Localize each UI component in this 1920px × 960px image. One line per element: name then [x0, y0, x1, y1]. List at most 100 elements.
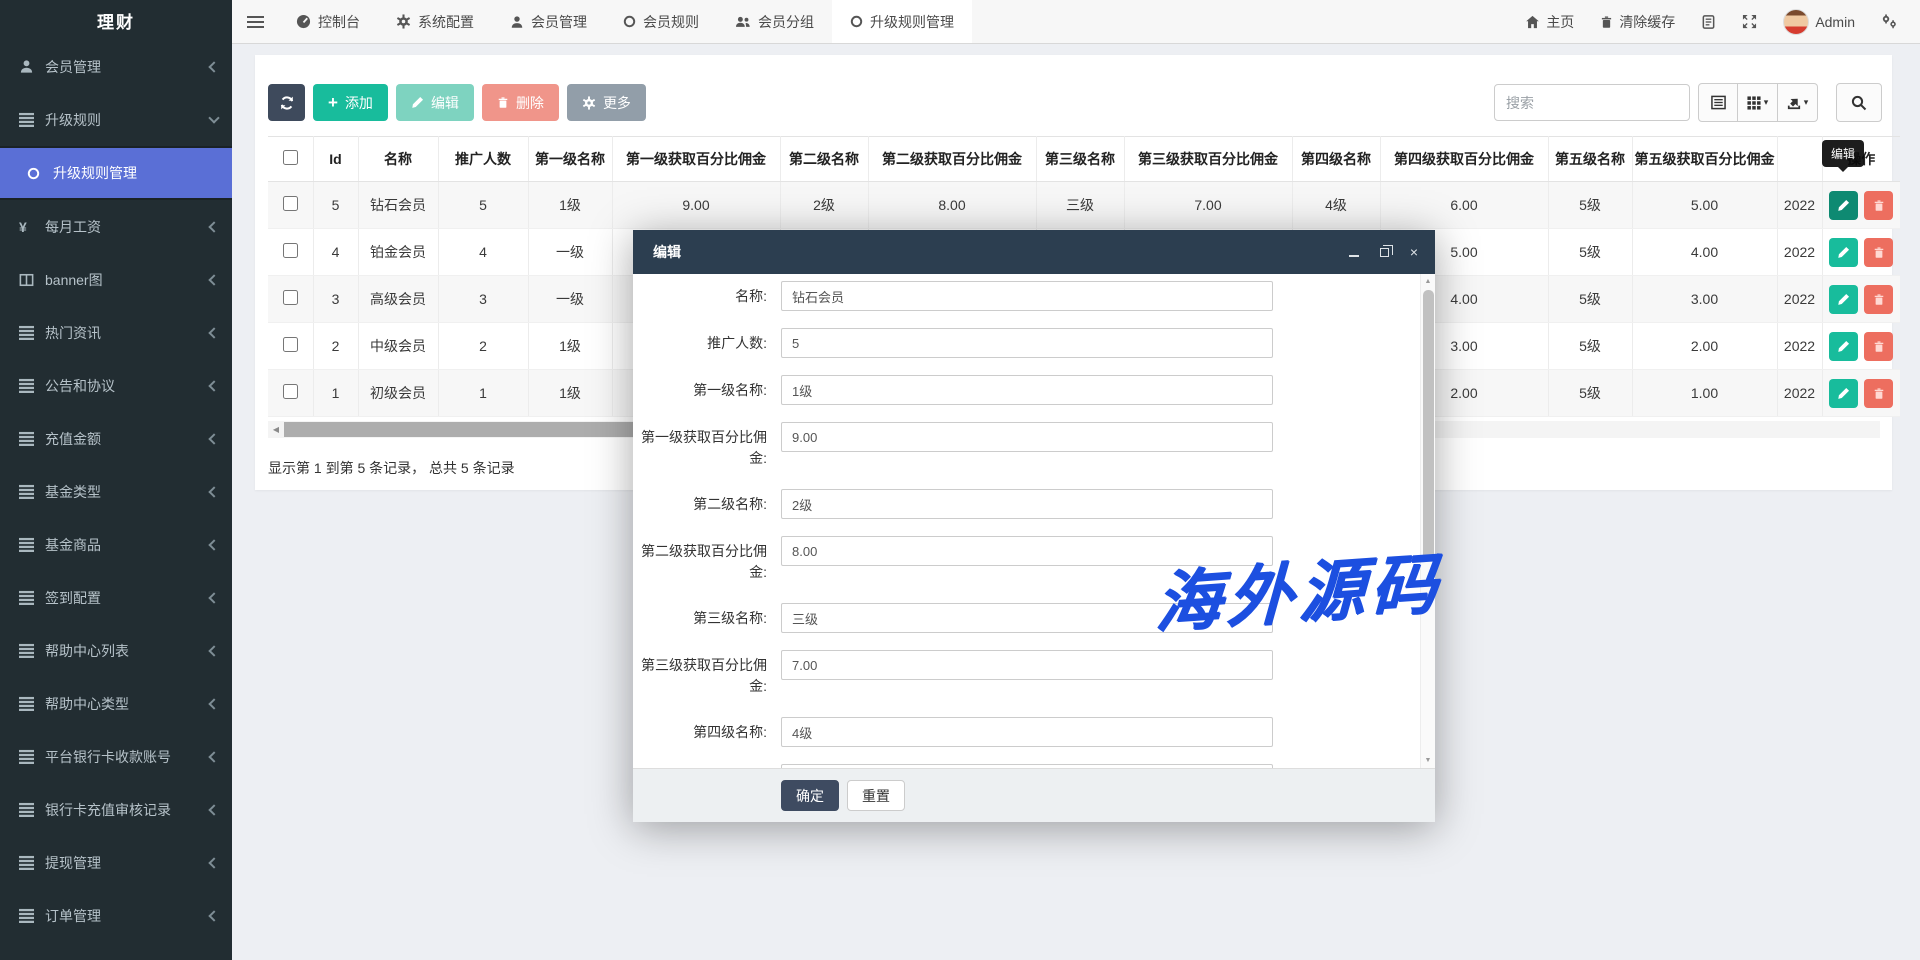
export-button[interactable]: ▾	[1778, 83, 1818, 122]
sidebar-item-fund-type[interactable]: 基金类型	[0, 465, 232, 518]
pencil-icon	[411, 96, 424, 109]
close-icon[interactable]: ×	[1407, 245, 1421, 259]
next-field-partial[interactable]	[781, 764, 1273, 768]
sidebar-item-monthly-salary[interactable]: ¥ 每月工资	[0, 200, 232, 253]
sidebar-item-order-management[interactable]: 订单管理	[0, 889, 232, 942]
sidebar-item-banner[interactable]: banner图	[0, 253, 232, 306]
scroll-left-icon[interactable]: ◀	[268, 425, 284, 434]
sidebar-item-recharge-amount[interactable]: 充值金额	[0, 412, 232, 465]
home-button[interactable]: 主页	[1525, 12, 1574, 32]
chevron-left-icon	[208, 433, 219, 444]
l1-name-field[interactable]	[781, 375, 1273, 405]
minimize-icon[interactable]	[1347, 245, 1361, 259]
settings-button[interactable]	[1881, 14, 1898, 29]
user-menu[interactable]: Admin	[1783, 9, 1855, 35]
row-edit-button[interactable]	[1829, 238, 1858, 267]
tab-member-management[interactable]: 会员管理	[492, 0, 605, 43]
caret-down-icon: ▾	[1764, 97, 1769, 108]
sidebar-item-hot-news[interactable]: 热门资讯	[0, 306, 232, 359]
col-l4-name: 第四级名称	[1292, 137, 1380, 182]
refresh-button[interactable]	[268, 84, 305, 121]
list-icon	[19, 378, 45, 393]
edit-button[interactable]: 编辑	[396, 84, 474, 121]
row-checkbox[interactable]	[283, 290, 298, 305]
tab-upgrade-rules-management[interactable]: 升级规则管理	[832, 0, 972, 43]
sidebar-item-platform-bank-account[interactable]: 平台银行卡收款账号	[0, 730, 232, 783]
export-icon	[1787, 96, 1801, 110]
tab-member-rules[interactable]: 会员规则	[605, 0, 717, 43]
sidebar-item-announcements[interactable]: 公告和协议	[0, 359, 232, 412]
sidebar-item-withdrawal-management[interactable]: 提现管理	[0, 836, 232, 889]
row-delete-button[interactable]	[1864, 191, 1893, 220]
clear-cache-button[interactable]: 清除缓存	[1600, 12, 1675, 32]
tab-member-groups[interactable]: 会员分组	[717, 0, 832, 43]
modal-scrollbar[interactable]: ▲ ▼	[1420, 274, 1435, 768]
scroll-up-icon[interactable]: ▲	[1421, 278, 1435, 285]
sidebar-item-fund-product[interactable]: 基金商品	[0, 518, 232, 571]
scrollbar-thumb[interactable]	[1423, 290, 1434, 560]
form-row: 第三级获取百分比佣金:	[633, 650, 1435, 700]
row-delete-button[interactable]	[1864, 285, 1893, 314]
chevron-left-icon	[208, 857, 219, 868]
list-icon	[19, 112, 45, 127]
sidebar-item-bank-recharge-audit[interactable]: 银行卡充值审核记录	[0, 783, 232, 836]
promo-count-field[interactable]	[781, 328, 1273, 358]
row-checkbox[interactable]	[283, 384, 298, 399]
row-delete-button[interactable]	[1864, 332, 1893, 361]
sidebar-item-label: 基金商品	[45, 535, 210, 555]
row-edit-button[interactable]	[1829, 379, 1858, 408]
sidebar-item-help-list[interactable]: 帮助中心列表	[0, 624, 232, 677]
sidebar-item-real-name-auth[interactable]: 实名认证	[0, 942, 232, 960]
gear-icon	[396, 14, 411, 29]
sidebar-item-upgrade-rules-management[interactable]: 升级规则管理	[0, 146, 232, 200]
tab-label: 会员规则	[643, 12, 699, 32]
row-checkbox[interactable]	[283, 337, 298, 352]
sidebar-item-member-management[interactable]: 会员管理	[0, 40, 232, 93]
sidebar-item-label: 公告和协议	[45, 376, 210, 396]
select-all-checkbox[interactable]	[283, 150, 298, 165]
delete-label: 删除	[516, 93, 544, 113]
fullscreen-button[interactable]	[1742, 14, 1757, 29]
sidebar-item-upgrade-rules[interactable]: 升级规则	[0, 93, 232, 146]
detail-view-button[interactable]	[1698, 83, 1738, 122]
dashboard-icon	[296, 14, 311, 29]
scroll-down-icon[interactable]: ▼	[1421, 757, 1435, 764]
reset-button[interactable]: 重置	[847, 780, 905, 811]
caret-down-icon: ▾	[1804, 97, 1809, 108]
chevron-left-icon	[208, 380, 219, 391]
trash-icon	[1873, 246, 1885, 259]
search-button[interactable]	[1836, 83, 1882, 122]
form-row: 推广人数:	[633, 328, 1435, 358]
confirm-button[interactable]: 确定	[781, 780, 839, 811]
columns-button[interactable]: ▾	[1738, 83, 1778, 122]
maximize-icon[interactable]	[1377, 245, 1391, 259]
col-l4-commission: 第四级获取百分比佣金	[1380, 137, 1548, 182]
tab-system-config[interactable]: 系统配置	[378, 0, 492, 43]
row-delete-button[interactable]	[1864, 379, 1893, 408]
row-edit-button[interactable]	[1829, 285, 1858, 314]
l4-name-field[interactable]	[781, 717, 1273, 747]
sidebar-item-help-type[interactable]: 帮助中心类型	[0, 677, 232, 730]
search-input[interactable]	[1494, 84, 1690, 121]
document-button[interactable]	[1701, 14, 1716, 30]
menu-toggle-icon[interactable]	[232, 0, 278, 43]
avatar	[1783, 9, 1809, 35]
l3-commission-field[interactable]	[781, 650, 1273, 680]
row-edit-button[interactable]	[1829, 191, 1858, 220]
row-checkbox[interactable]	[283, 243, 298, 258]
sidebar-item-label: 升级规则管理	[53, 163, 218, 183]
name-field[interactable]	[781, 281, 1273, 311]
field-label: 第三级获取百分比佣金:	[633, 650, 781, 700]
more-button[interactable]: 更多	[567, 84, 646, 121]
home-label: 主页	[1546, 12, 1574, 32]
tab-dashboard[interactable]: 控制台	[278, 0, 378, 43]
modal-header[interactable]: 编辑 ×	[633, 230, 1435, 274]
l1-commission-field[interactable]	[781, 422, 1273, 452]
row-delete-button[interactable]	[1864, 238, 1893, 267]
add-button[interactable]: + 添加	[313, 84, 388, 121]
delete-button[interactable]: 删除	[482, 84, 559, 121]
sidebar-item-checkin-config[interactable]: 签到配置	[0, 571, 232, 624]
l2-name-field[interactable]	[781, 489, 1273, 519]
row-edit-button[interactable]	[1829, 332, 1858, 361]
row-checkbox[interactable]	[283, 196, 298, 211]
